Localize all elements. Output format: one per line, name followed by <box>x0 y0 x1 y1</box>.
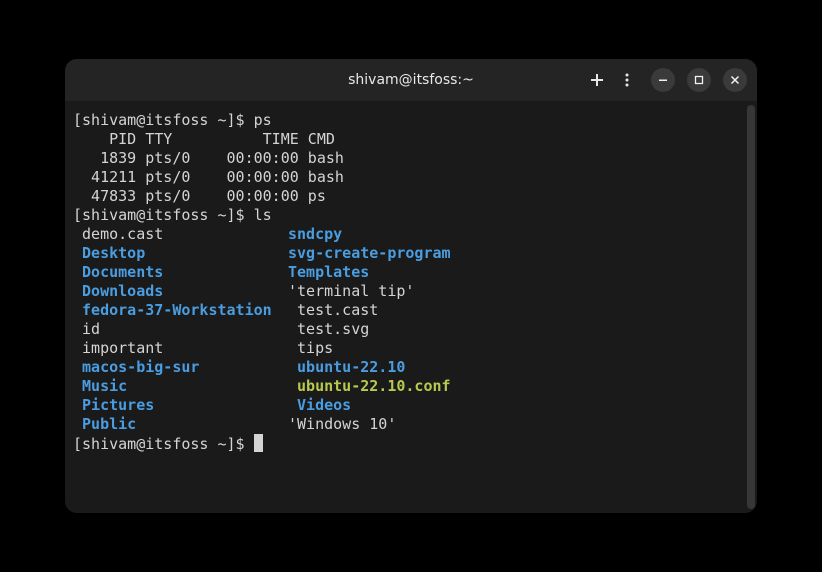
ls-entry: ubuntu-22.10.conf <box>288 377 749 396</box>
prompt-close: ]$ <box>227 111 254 129</box>
ls-entry: 'terminal tip' <box>288 282 749 301</box>
ls-entry: demo.cast <box>73 225 288 244</box>
ls-entry: ubuntu-22.10 <box>288 358 749 377</box>
prompt-line: [shivam@itsfoss ~]$ ps <box>73 111 749 130</box>
ls-entry: tips <box>288 339 749 358</box>
prompt-userhost: shivam@itsfoss ~ <box>82 206 227 224</box>
ls-entry: 'Windows 10' <box>288 415 749 434</box>
window-title: shivam@itsfoss:~ <box>348 72 474 88</box>
ls-entry: Music <box>73 377 288 396</box>
titlebar-controls <box>589 68 747 92</box>
ls-entry: test.svg <box>288 320 749 339</box>
ls-row: Downloads'terminal tip' <box>73 282 749 301</box>
new-tab-icon[interactable] <box>589 72 605 88</box>
ls-row: macos-big-sur ubuntu-22.10 <box>73 358 749 377</box>
titlebar: shivam@itsfoss:~ <box>65 59 757 101</box>
ls-entry: sndcpy <box>288 225 749 244</box>
ps-row: 41211 pts/0 00:00:00 bash <box>73 168 749 187</box>
prompt-line: [shivam@itsfoss ~]$ <box>73 434 749 454</box>
ls-entry: macos-big-sur <box>73 358 288 377</box>
ls-entry: Downloads <box>73 282 288 301</box>
window-buttons <box>651 68 747 92</box>
ls-row: Public'Windows 10' <box>73 415 749 434</box>
ls-entry: Desktop <box>73 244 288 263</box>
ls-entry: id <box>73 320 288 339</box>
ls-row: important tips <box>73 339 749 358</box>
scrollbar[interactable] <box>747 105 755 509</box>
ps-row: 47833 pts/0 00:00:00 ps <box>73 187 749 206</box>
command-text: ls <box>254 206 272 224</box>
prompt-open: [ <box>73 111 82 129</box>
terminal-window: shivam@itsfoss:~ [shivam@itsfoss <box>65 59 757 513</box>
ls-entry: fedora-37-Workstation <box>73 301 288 320</box>
ls-entry: test.cast <box>288 301 749 320</box>
ls-entry: Documents <box>73 263 288 282</box>
ls-row: fedora-37-Workstation test.cast <box>73 301 749 320</box>
ps-header: PID TTY TIME CMD <box>73 130 749 149</box>
minimize-button[interactable] <box>651 68 675 92</box>
close-button[interactable] <box>723 68 747 92</box>
ls-entry: Pictures <box>73 396 288 415</box>
cursor <box>254 434 263 452</box>
ps-row: 1839 pts/0 00:00:00 bash <box>73 149 749 168</box>
command-text: ps <box>254 111 272 129</box>
ls-entry: Videos <box>288 396 749 415</box>
menu-icon[interactable] <box>619 72 635 88</box>
prompt-userhost: shivam@itsfoss ~ <box>82 435 227 453</box>
prompt-userhost: shivam@itsfoss ~ <box>82 111 227 129</box>
ls-row: Pictures Videos <box>73 396 749 415</box>
ls-row: id test.svg <box>73 320 749 339</box>
ls-entry: Templates <box>288 263 749 282</box>
ls-row: DocumentsTemplates <box>73 263 749 282</box>
prompt-close: ]$ <box>227 206 254 224</box>
ls-row: demo.castsndcpy <box>73 225 749 244</box>
ls-row: Desktopsvg-create-program <box>73 244 749 263</box>
prompt-line: [shivam@itsfoss ~]$ ls <box>73 206 749 225</box>
ls-entry: important <box>73 339 288 358</box>
terminal-body[interactable]: [shivam@itsfoss ~]$ ps PID TTY TIME CMD … <box>65 101 757 513</box>
ls-entry: Public <box>73 415 288 434</box>
ls-entry: svg-create-program <box>288 244 749 263</box>
ls-output: demo.castsndcpy Desktopsvg-create-progra… <box>73 225 749 434</box>
prompt-close: ]$ <box>227 435 254 453</box>
prompt-open: [ <box>73 206 82 224</box>
ls-row: Music ubuntu-22.10.conf <box>73 377 749 396</box>
prompt-open: [ <box>73 435 82 453</box>
maximize-button[interactable] <box>687 68 711 92</box>
